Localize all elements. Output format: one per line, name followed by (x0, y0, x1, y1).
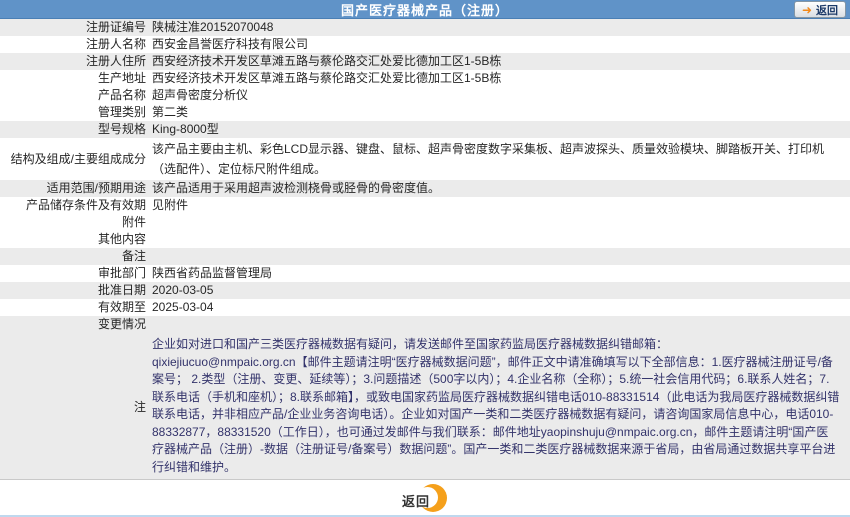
row-value (152, 248, 850, 265)
row-label: 有效期至 (97, 300, 146, 314)
table-row: 有效期至 2025-03-04 (0, 299, 850, 316)
table-row: 型号规格 King-8000型 (0, 121, 850, 138)
row-value: 西安经济技术开发区草滩五路与蔡伦路交汇处爱比德加工区1-5B栋 (152, 71, 502, 85)
table-row: 产品名称 超声骨密度分析仪 (0, 87, 850, 104)
row-value: 2025-03-04 (152, 300, 214, 314)
back-button-top-label: 返回 (816, 4, 838, 17)
row-label: 批准日期 (97, 283, 146, 297)
table-row: 适用范围/预期用途 该产品适用于采用超声波检测桡骨或胫骨的骨密度值。 (0, 180, 850, 197)
row-label: 生产地址 (97, 71, 146, 85)
row-label: 管理类别 (97, 105, 146, 119)
note-line1: 企业如对进口和国产三类医疗器械数据有疑问，请发送邮件至国家药监局医疗器械数据纠错… (152, 337, 669, 351)
row-label: 变更情况 (97, 317, 146, 331)
row-label: 适用范围/预期用途 (46, 181, 146, 195)
row-value: 2020-03-05 (152, 283, 214, 297)
row-value: 陕械注准20152070048 (152, 20, 274, 34)
right-arrow-icon: ➜ (801, 2, 812, 17)
note-text: 企业如对进口和国产三类医疗器械数据有疑问，请发送邮件至国家药监局医疗器械数据纠错… (152, 336, 850, 476)
row-label: 结构及组成/主要组成成分 (10, 151, 146, 166)
row-value: 超声骨密度分析仪 (152, 88, 249, 102)
row-value: 西安金昌誉医疗科技有限公司 (152, 37, 309, 51)
table-row: 批准日期 2020-03-05 (0, 282, 850, 299)
row-value: 陕西省药品监督管理局 (152, 266, 273, 280)
back-button-top[interactable]: ➜ 返回 (793, 1, 846, 18)
table-row: 注册人名称 西安金昌誉医疗科技有限公司 (0, 36, 850, 53)
row-value: 见附件 (152, 198, 189, 212)
row-value: King-8000型 (152, 122, 219, 136)
row-value: 该产品适用于采用超声波检测桡骨或胫骨的骨密度值。 (152, 181, 441, 195)
table-row: 其他内容 (0, 231, 850, 248)
table-row: 结构及组成/主要组成成分 该产品主要由主机、彩色LCD显示器、键盘、鼠标、超声骨… (0, 138, 850, 180)
row-value: 西安经济技术开发区草滩五路与蔡伦路交汇处爱比德加工区1-5B栋 (152, 54, 502, 68)
row-value (152, 231, 850, 248)
table-row: 注册人住所 西安经济技术开发区草滩五路与蔡伦路交汇处爱比德加工区1-5B栋 (0, 53, 850, 70)
footer: 返回 (0, 480, 850, 516)
note-body: qixiejiucuo@nmpaic.org.cn【邮件主题请注明“医疗器械数据… (152, 354, 840, 474)
note-row: 注 企业如对进口和国产三类医疗器械数据有疑问，请发送邮件至国家药监局医疗器械数据… (0, 333, 850, 480)
note-label: 注 (133, 399, 146, 414)
row-label: 注册证编号 (85, 20, 146, 34)
row-label: 产品名称 (97, 88, 146, 102)
row-label: 其他内容 (97, 232, 146, 246)
table-row: 备注 (0, 248, 850, 265)
row-value (152, 214, 850, 231)
page-title: 国产医疗器械产品（注册） (340, 2, 509, 18)
table-row: 管理类别 第二类 (0, 104, 850, 121)
table-row: 生产地址 西安经济技术开发区草滩五路与蔡伦路交汇处爱比德加工区1-5B栋 (0, 70, 850, 87)
table-row: 变更情况 (0, 316, 850, 333)
title-bar: 国产医疗器械产品（注册） ➜ 返回 (0, 0, 850, 19)
row-label: 备注 (121, 249, 146, 263)
table-row: 注册证编号 陕械注准20152070048 (0, 19, 850, 36)
table-row: 审批部门 陕西省药品监督管理局 (0, 265, 850, 282)
row-label: 型号规格 (97, 122, 146, 136)
table-row: 附件 (0, 214, 850, 231)
row-label: 注册人名称 (85, 37, 146, 51)
back-button-bottom[interactable]: 返回 (402, 483, 448, 513)
row-value: 第二类 (152, 105, 189, 119)
table-row: 产品储存条件及有效期 见附件 (0, 197, 850, 214)
row-value (152, 316, 850, 333)
row-label: 注册人住所 (85, 54, 146, 68)
row-value: 该产品主要由主机、彩色LCD显示器、键盘、鼠标、超声骨密度数字采集板、超声波探头… (152, 142, 825, 176)
row-label: 产品储存条件及有效期 (25, 198, 146, 212)
back-button-bottom-label: 返回 (402, 494, 431, 509)
row-label: 附件 (121, 215, 146, 229)
row-label: 审批部门 (97, 266, 146, 280)
